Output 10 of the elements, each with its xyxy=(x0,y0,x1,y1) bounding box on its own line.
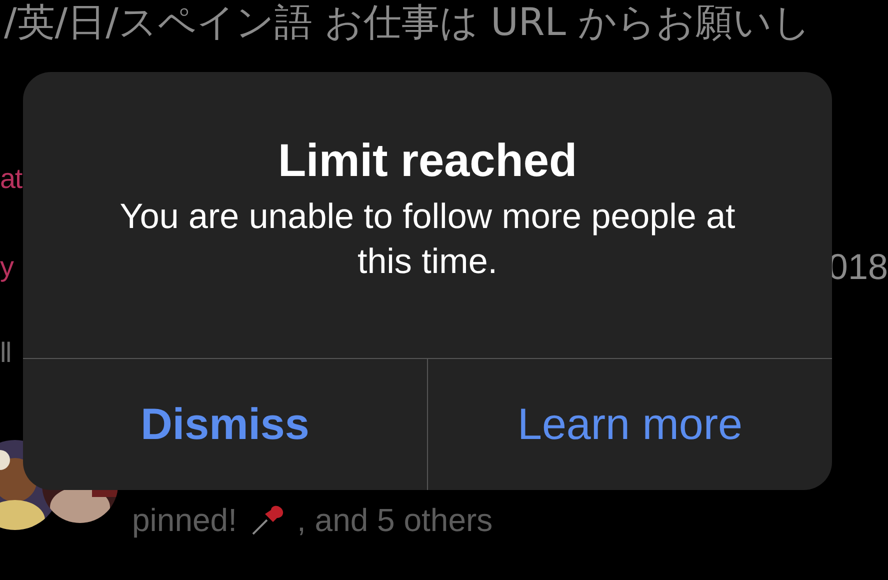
dismiss-button[interactable]: Dismiss xyxy=(23,359,427,490)
learn-more-button[interactable]: Learn more xyxy=(427,359,832,490)
bio-text: /英/日/スペイン語 お仕事は URL からお願いし xyxy=(3,0,812,46)
link-text: at xyxy=(0,162,22,196)
link-text: y xyxy=(0,250,14,284)
alert-message: You are unable to follow more people at this time. xyxy=(118,196,736,283)
label-text: ll xyxy=(0,336,12,370)
followers-text: pinned! xyxy=(132,501,237,539)
alert-title: Limit reached xyxy=(278,134,578,186)
followers-text: , and 5 others xyxy=(296,501,493,539)
